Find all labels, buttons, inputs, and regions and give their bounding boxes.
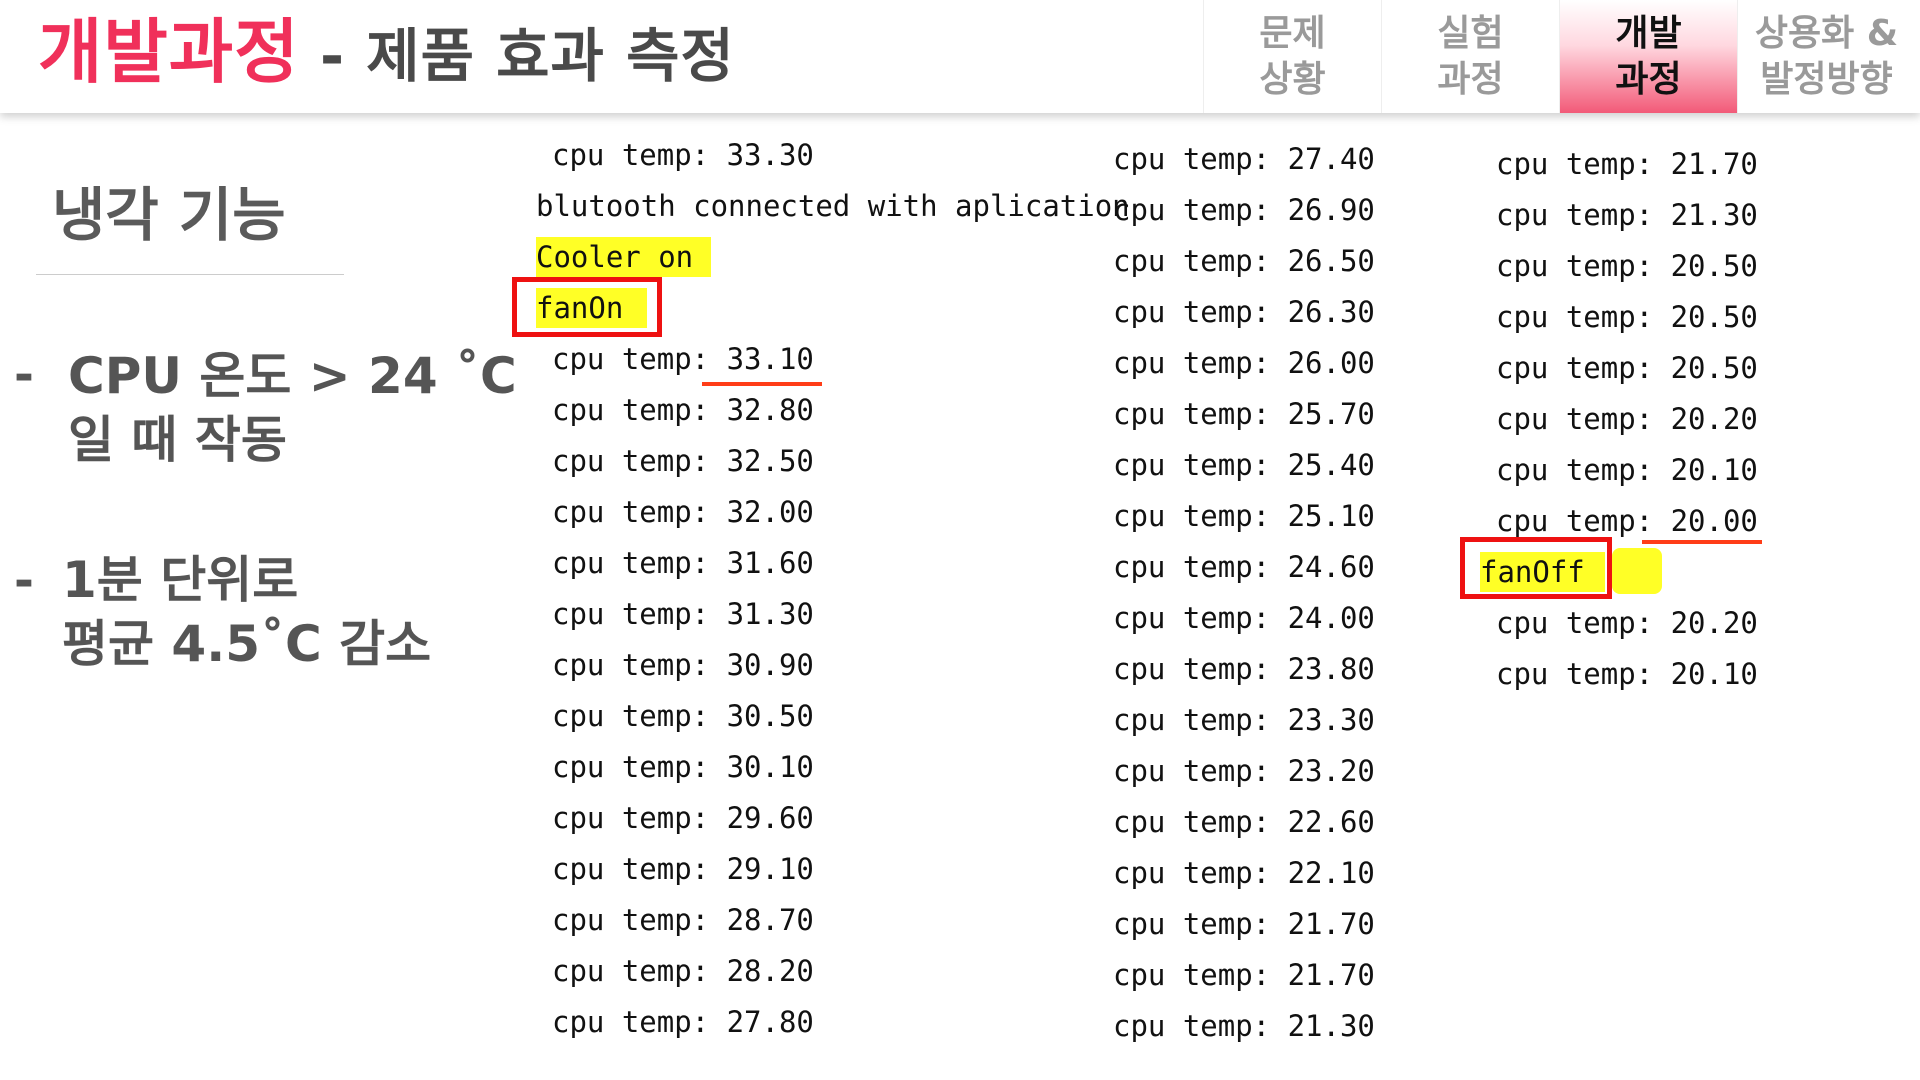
tab-experiment[interactable]: 실험 과정 bbox=[1381, 0, 1559, 113]
bullet-temp-decrease: 1분 단위로 평균 4.5˚C 감소 bbox=[62, 551, 432, 673]
log-line: cpu temp: 21.70 bbox=[1496, 147, 1758, 181]
tab-problem[interactable]: 문제 상황 bbox=[1203, 0, 1381, 113]
log-line: cpu temp: 23.80 bbox=[1113, 652, 1375, 686]
log-line: cpu temp: 27.40 bbox=[1113, 142, 1375, 176]
log-line: cpu temp: 21.70 bbox=[1113, 958, 1375, 992]
log-line: cpu temp: 25.70 bbox=[1113, 397, 1375, 431]
log-line: cpu temp: 33.30 bbox=[552, 138, 814, 172]
log-line: cpu temp: 20.50 bbox=[1496, 300, 1758, 334]
log-line: cpu temp: 23.20 bbox=[1113, 754, 1375, 788]
log-line: cpu temp: 27.80 bbox=[552, 1005, 814, 1039]
log-line: cpu temp: 26.90 bbox=[1113, 193, 1375, 227]
log-line-bluetooth: blutooth connected with aplication bbox=[536, 189, 1130, 223]
log-line: cpu temp: 33.10 bbox=[552, 342, 814, 376]
log-line: cpu temp: 20.10 bbox=[1496, 453, 1758, 487]
log-line: cpu temp: 31.30 bbox=[552, 597, 814, 631]
log-line: cpu temp: 26.50 bbox=[1113, 244, 1375, 278]
bullet-dash: - bbox=[14, 553, 34, 609]
log-line: cpu temp: 30.90 bbox=[552, 648, 814, 682]
log-line-cooler-on: Cooler on bbox=[536, 237, 712, 277]
start-temp-underline bbox=[702, 382, 822, 386]
log-line: cpu temp: 28.20 bbox=[552, 954, 814, 988]
log-line: cpu temp: 20.50 bbox=[1496, 351, 1758, 385]
log-line: cpu temp: 25.40 bbox=[1113, 448, 1375, 482]
log-line: cpu temp: 21.30 bbox=[1113, 1009, 1375, 1043]
log-line: cpu temp: 30.10 bbox=[552, 750, 814, 784]
log-line: cpu temp: 26.00 bbox=[1113, 346, 1375, 380]
log-column-2: cpu temp: 27.40 cpu temp: 26.90 cpu temp… bbox=[1113, 134, 1375, 1052]
tab-development[interactable]: 개발 과정 bbox=[1559, 0, 1737, 113]
page-title: 개발과정 bbox=[38, 11, 300, 93]
log-line: cpu temp: 30.50 bbox=[552, 699, 814, 733]
log-line: cpu temp: 20.20 bbox=[1496, 402, 1758, 436]
log-line: cpu temp: 22.60 bbox=[1113, 805, 1375, 839]
log-line: cpu temp: 21.70 bbox=[1113, 907, 1375, 941]
header-bar: 개발과정 - 제품 효과 측정 문제 상황 실험 과정 개발 과정 상용화 & … bbox=[0, 0, 1920, 113]
log-line: cpu temp: 24.60 bbox=[1113, 550, 1375, 584]
fan-on-highlight-box bbox=[512, 277, 662, 337]
log-line: cpu temp: 28.70 bbox=[552, 903, 814, 937]
log-line: cpu temp: 29.60 bbox=[552, 801, 814, 835]
log-line: cpu temp: 23.30 bbox=[1113, 703, 1375, 737]
log-line: cpu temp: 20.50 bbox=[1496, 249, 1758, 283]
log-line: cpu temp: 20.20 bbox=[1496, 606, 1758, 640]
log-line: cpu temp: 26.30 bbox=[1113, 295, 1375, 329]
log-line: cpu temp: 21.30 bbox=[1496, 198, 1758, 232]
tab-commercialization[interactable]: 상용화 & 발정방향 bbox=[1737, 0, 1915, 113]
log-line: cpu temp: 31.60 bbox=[552, 546, 814, 580]
bullet-dash: - bbox=[14, 347, 34, 403]
section-divider bbox=[36, 274, 344, 275]
log-line: cpu temp: 29.10 bbox=[552, 852, 814, 886]
log-line: cpu temp: 32.80 bbox=[552, 393, 814, 427]
log-line: cpu temp: 22.10 bbox=[1113, 856, 1375, 890]
log-column-1: cpu temp: 33.30 blutooth connected with … bbox=[536, 130, 1130, 1048]
log-line: cpu temp: 24.00 bbox=[1113, 601, 1375, 635]
section-title: 냉각 기능 bbox=[52, 181, 286, 249]
tab-bar: 문제 상황 실험 과정 개발 과정 상용화 & 발정방향 bbox=[1203, 0, 1915, 113]
log-line: cpu temp: 20.10 bbox=[1496, 657, 1758, 691]
log-line: cpu temp: 25.10 bbox=[1113, 499, 1375, 533]
log-line: cpu temp: 32.00 bbox=[552, 495, 814, 529]
page-subtitle: - 제품 효과 측정 bbox=[320, 22, 735, 90]
fan-off-highlight-box bbox=[1460, 537, 1612, 599]
bullet-cpu-threshold: CPU 온도 > 24 ˚C 일 때 작동 bbox=[68, 347, 517, 469]
log-column-3: cpu temp: 21.70 cpu temp: 21.30 cpu temp… bbox=[1480, 139, 1758, 700]
log-line: cpu temp: 32.50 bbox=[552, 444, 814, 478]
highlight-mark bbox=[1612, 548, 1662, 594]
end-temp-underline bbox=[1642, 540, 1762, 544]
